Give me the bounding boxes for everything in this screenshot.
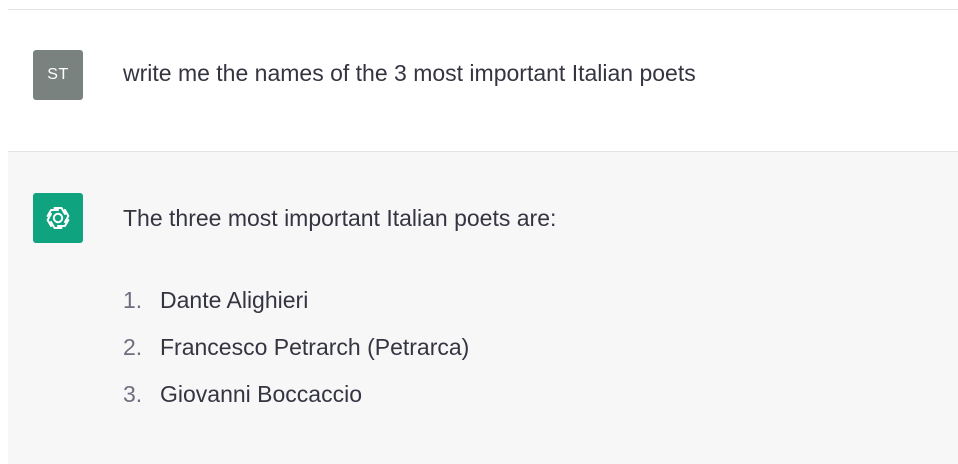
chat-page: ST write me the names of the 3 most impo… — [0, 0, 958, 464]
list-item: 3. Giovanni Boccaccio — [123, 379, 469, 426]
user-avatar-initials: ST — [47, 66, 69, 83]
user-avatar: ST — [33, 50, 83, 100]
assistant-message-row: The three most important Italian poets a… — [8, 151, 958, 464]
user-message-row: ST write me the names of the 3 most impo… — [8, 10, 958, 151]
list-item: 1. Dante Alighieri — [123, 285, 469, 332]
list-item-number: 3. — [123, 381, 143, 407]
user-message-text: write me the names of the 3 most importa… — [123, 60, 696, 86]
list-item-text: Giovanni Boccaccio — [160, 381, 362, 407]
assistant-intro-text: The three most important Italian poets a… — [123, 205, 557, 231]
list-item-number: 1. — [123, 287, 143, 313]
openai-logo-icon — [46, 207, 70, 229]
assistant-avatar — [33, 193, 83, 243]
list-item-text: Francesco Petrarch (Petrarca) — [160, 334, 470, 360]
list-item-number: 2. — [123, 334, 143, 360]
list-item: 2. Francesco Petrarch (Petrarca) — [123, 332, 469, 379]
list-item-text: Dante Alighieri — [160, 287, 309, 313]
poet-list: 1. Dante Alighieri 2. Francesco Petrarch… — [123, 285, 469, 426]
